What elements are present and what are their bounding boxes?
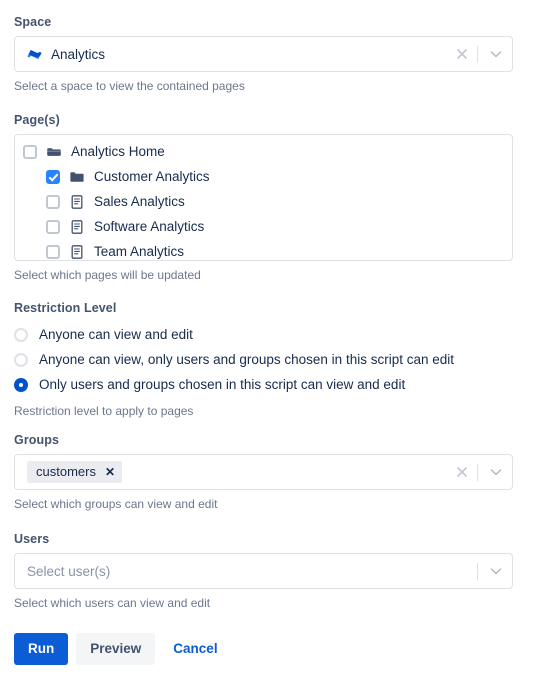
pages-label: Page(s) <box>14 113 60 127</box>
chevron-down-icon[interactable] <box>480 455 512 489</box>
chevron-down-icon[interactable] <box>480 554 512 588</box>
restriction-option-anyone-view-edit[interactable]: Anyone can view and edit <box>14 322 513 347</box>
restrict-pages-form: Space Analytics Select a space to view t… <box>0 0 537 679</box>
radio-button[interactable] <box>14 327 28 342</box>
indicator-separator <box>477 463 478 481</box>
groups-select-value: customers ✕ <box>27 455 449 489</box>
groups-select[interactable]: customers ✕ <box>14 454 513 490</box>
tree-row[interactable]: Team Analytics <box>15 239 512 260</box>
page-icon <box>71 194 83 209</box>
users-placeholder: Select user(s) <box>27 563 111 579</box>
tree-item-label: Analytics Home <box>71 144 165 159</box>
restriction-field-group: Restriction Level Anyone can view and ed… <box>14 300 513 419</box>
clear-icon[interactable] <box>449 455 475 489</box>
indicator-separator <box>477 45 478 63</box>
users-help-text: Select which users can view and edit <box>14 596 211 610</box>
tree-item-label: Software Analytics <box>94 219 205 234</box>
restriction-option-anyone-view-chosen-edit[interactable]: Anyone can view, only users and groups c… <box>14 347 513 372</box>
restriction-radio-group: Anyone can view and edit Anyone can view… <box>14 322 513 397</box>
tree-row[interactable]: Sales Analytics <box>15 189 512 214</box>
space-select-indicators <box>449 37 512 71</box>
page-checkbox[interactable] <box>46 244 60 259</box>
page-icon <box>71 244 83 259</box>
folder-icon <box>70 171 84 182</box>
users-field-group: Users Select user(s) Select which users … <box>14 531 513 611</box>
groups-help-text: Select which groups can view and edit <box>14 497 218 511</box>
users-select-indicators <box>475 554 512 588</box>
pages-field-group: Page(s) Analytics Home Customer Analytic… <box>14 112 513 283</box>
space-field-group: Space Analytics Select a space to view t… <box>14 14 513 94</box>
group-chip-label: customers <box>36 464 96 479</box>
space-select[interactable]: Analytics <box>14 36 513 72</box>
chip-remove-icon[interactable]: ✕ <box>105 466 115 478</box>
users-label: Users <box>14 532 50 546</box>
restriction-option-label: Anyone can view, only users and groups c… <box>39 352 454 367</box>
indicator-separator <box>477 562 478 580</box>
restriction-option-label: Only users and groups chosen in this scr… <box>39 377 406 392</box>
radio-button[interactable] <box>14 377 28 392</box>
tree-row[interactable]: Software Analytics <box>15 214 512 239</box>
groups-select-indicators <box>449 455 512 489</box>
tree-item-label: Sales Analytics <box>94 194 185 209</box>
groups-label: Groups <box>14 433 60 447</box>
space-help-text: Select a space to view the contained pag… <box>14 79 245 93</box>
cancel-button[interactable]: Cancel <box>163 633 227 665</box>
groups-field-group: Groups customers ✕ Select which groups c… <box>14 432 513 512</box>
space-label: Space <box>14 15 52 29</box>
chevron-down-icon[interactable] <box>480 37 512 71</box>
folder-open-icon <box>47 147 61 156</box>
run-button[interactable]: Run <box>14 633 69 665</box>
restriction-help-text: Restriction level to apply to pages <box>14 404 194 418</box>
page-icon <box>71 219 83 234</box>
space-select-value: Analytics <box>27 37 449 71</box>
form-actions: Run Preview Cancel <box>14 633 228 665</box>
page-tree[interactable]: Analytics Home Customer Analytics Sales … <box>14 134 513 261</box>
restriction-option-chosen-view-edit[interactable]: Only users and groups chosen in this scr… <box>14 372 513 397</box>
page-checkbox[interactable] <box>23 144 37 159</box>
page-checkbox[interactable] <box>46 194 60 209</box>
clear-icon[interactable] <box>449 37 475 71</box>
group-chip[interactable]: customers ✕ <box>27 461 123 483</box>
page-checkbox[interactable] <box>46 169 60 184</box>
space-selected-value: Analytics <box>51 46 106 62</box>
tree-item-label: Team Analytics <box>94 244 185 259</box>
confluence-space-icon <box>27 49 42 59</box>
tree-row[interactable]: Customer Analytics <box>15 164 512 189</box>
radio-button[interactable] <box>14 352 28 367</box>
users-select-value: Select user(s) <box>27 554 475 588</box>
restriction-label: Restriction Level <box>14 301 117 315</box>
tree-row[interactable]: Analytics Home <box>15 139 512 164</box>
users-select[interactable]: Select user(s) <box>14 553 513 589</box>
tree-item-label: Customer Analytics <box>94 169 210 184</box>
pages-help-text: Select which pages will be updated <box>14 268 201 282</box>
preview-button[interactable]: Preview <box>76 633 156 665</box>
restriction-option-label: Anyone can view and edit <box>39 327 193 342</box>
page-checkbox[interactable] <box>46 219 60 234</box>
